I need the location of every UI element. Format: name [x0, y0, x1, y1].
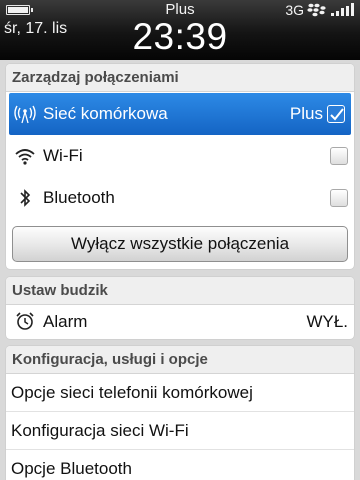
wifi-checkbox[interactable] [330, 147, 348, 165]
blackberry-logo-icon [307, 3, 326, 17]
bluetooth-checkbox[interactable] [330, 189, 348, 207]
checkmark-icon [330, 108, 344, 121]
signal-bar [331, 13, 334, 16]
alarm-row[interactable]: Alarm WYŁ. [6, 305, 354, 338]
mobile-network-row[interactable]: Sieć komórkowa Plus [9, 93, 351, 135]
bluetooth-row[interactable]: Bluetooth [6, 177, 354, 219]
alarm-header: Ustaw budzik [6, 277, 354, 305]
alarm-panel: Ustaw budzik Alarm WYŁ. [6, 277, 354, 339]
signal-strength-icon [331, 3, 355, 16]
mobile-network-checkbox[interactable] [327, 105, 345, 123]
bluetooth-icon [20, 189, 31, 207]
wifi-icon [15, 149, 35, 165]
signal-bar [351, 3, 354, 16]
alarm-value: WYŁ. [306, 312, 348, 331]
disable-all-connections-button[interactable]: Wyłącz wszystkie połączenia [12, 226, 348, 262]
mobile-network-options-item[interactable]: Opcje sieci telefonii komórkowej [6, 374, 354, 412]
alarm-clock-icon [16, 312, 34, 330]
antenna-icon [14, 105, 36, 124]
bluetooth-label: Bluetooth [43, 188, 115, 207]
alarm-label: Alarm [43, 312, 88, 331]
wifi-configuration-item[interactable]: Konfiguracja sieci Wi-Fi [6, 412, 354, 450]
signal-bar [336, 10, 339, 16]
clock-time: 23:39 [132, 16, 228, 57]
config-panel: Konfiguracja, usługi i opcje Opcje sieci… [6, 346, 354, 480]
signal-bar [346, 5, 349, 16]
config-header: Konfiguracja, usługi i opcje [6, 346, 354, 374]
wifi-label: Wi-Fi [43, 146, 83, 165]
bluetooth-options-item[interactable]: Opcje Bluetooth [6, 450, 354, 480]
mobile-network-label: Sieć komórkowa [43, 104, 168, 123]
wifi-row[interactable]: Wi-Fi [6, 135, 354, 177]
mobile-network-carrier: Plus [289, 104, 323, 123]
network-type: 3G [285, 2, 304, 18]
signal-bar [341, 8, 344, 16]
connections-header: Zarządzaj połączeniami [6, 64, 354, 92]
status-bar: Plus śr, 17. lis 23:39 3G [0, 0, 360, 60]
connections-panel: Zarządzaj połączeniami Sieć komórkowa Pl… [6, 64, 354, 269]
